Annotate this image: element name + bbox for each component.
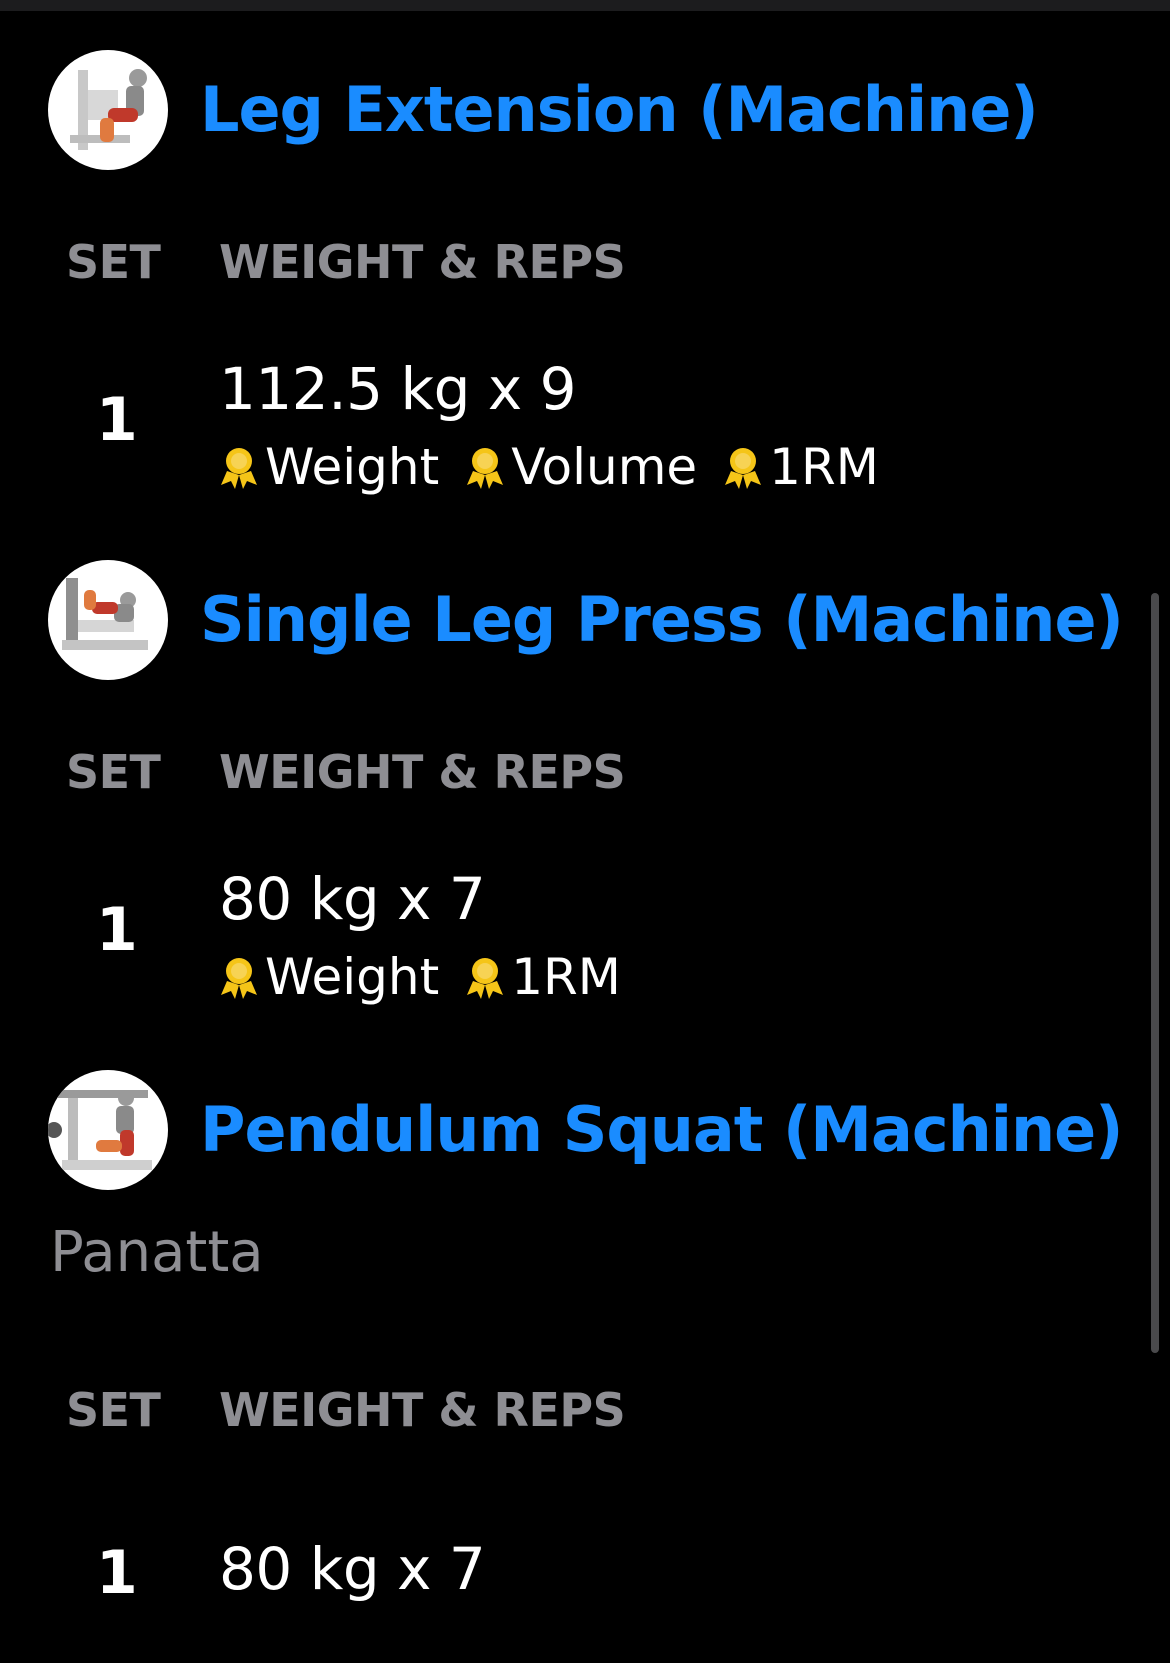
exercise-header[interactable]: Pendulum Squat (Machine) — [48, 1070, 1123, 1190]
record-label: Weight — [265, 438, 440, 496]
set-number: 1 — [96, 895, 138, 965]
medal-icon — [725, 448, 762, 489]
medal-icon — [467, 958, 504, 999]
set-weight-reps: 80 kg x 7 — [219, 865, 486, 933]
set-weight-reps: 112.5 kg x 9 — [219, 355, 576, 423]
record-label: Weight — [265, 948, 440, 1006]
weight-reps-column-header: WEIGHT & REPS — [219, 745, 626, 799]
exercise-header[interactable]: Single Leg Press (Machine) — [48, 560, 1124, 680]
exercise-note: Panatta — [50, 1220, 264, 1285]
top-status-strip — [0, 0, 1170, 11]
medal-icon — [221, 958, 257, 999]
record-label: Volume — [511, 438, 698, 496]
set-number: 1 — [96, 385, 138, 455]
exercise-card: Single Leg Press (Machine) SET WEIGHT & … — [0, 560, 1140, 1020]
exercise-title[interactable]: Leg Extension (Machine) — [200, 50, 1039, 170]
record-badge: Volume — [465, 438, 697, 496]
record-badge: Weight — [219, 948, 439, 1006]
record-badge: 1RM — [723, 438, 879, 496]
record-label: 1RM — [511, 948, 621, 1006]
set-number: 1 — [96, 1538, 138, 1608]
exercise-thumbnail-icon[interactable] — [48, 50, 168, 170]
set-column-header: SET — [66, 1383, 161, 1437]
set-weight-reps: 80 kg x 7 — [219, 1535, 486, 1603]
record-label: 1RM — [769, 438, 879, 496]
scrollbar[interactable] — [1151, 593, 1159, 1353]
exercise-title[interactable]: Single Leg Press (Machine) — [200, 560, 1124, 680]
exercise-thumbnail-icon[interactable] — [48, 1070, 168, 1190]
exercise-title[interactable]: Pendulum Squat (Machine) — [200, 1070, 1123, 1190]
exercise-card: Pendulum Squat (Machine) Panatta SET WEI… — [0, 1070, 1140, 1663]
personal-records: Weight 1RM — [219, 948, 647, 1006]
weight-reps-column-header: WEIGHT & REPS — [219, 1383, 626, 1437]
record-badge: 1RM — [465, 948, 621, 1006]
exercise-card: Leg Extension (Machine) SET WEIGHT & REP… — [0, 50, 1140, 510]
medal-icon — [221, 448, 257, 489]
weight-reps-column-header: WEIGHT & REPS — [219, 235, 626, 289]
record-badge: Weight — [219, 438, 439, 496]
medal-icon — [467, 448, 504, 489]
personal-records: Weight Volume 1RM — [219, 438, 905, 496]
set-column-header: SET — [66, 235, 161, 289]
exercise-header[interactable]: Leg Extension (Machine) — [48, 50, 1039, 170]
set-column-header: SET — [66, 745, 161, 799]
exercise-thumbnail-icon[interactable] — [48, 560, 168, 680]
